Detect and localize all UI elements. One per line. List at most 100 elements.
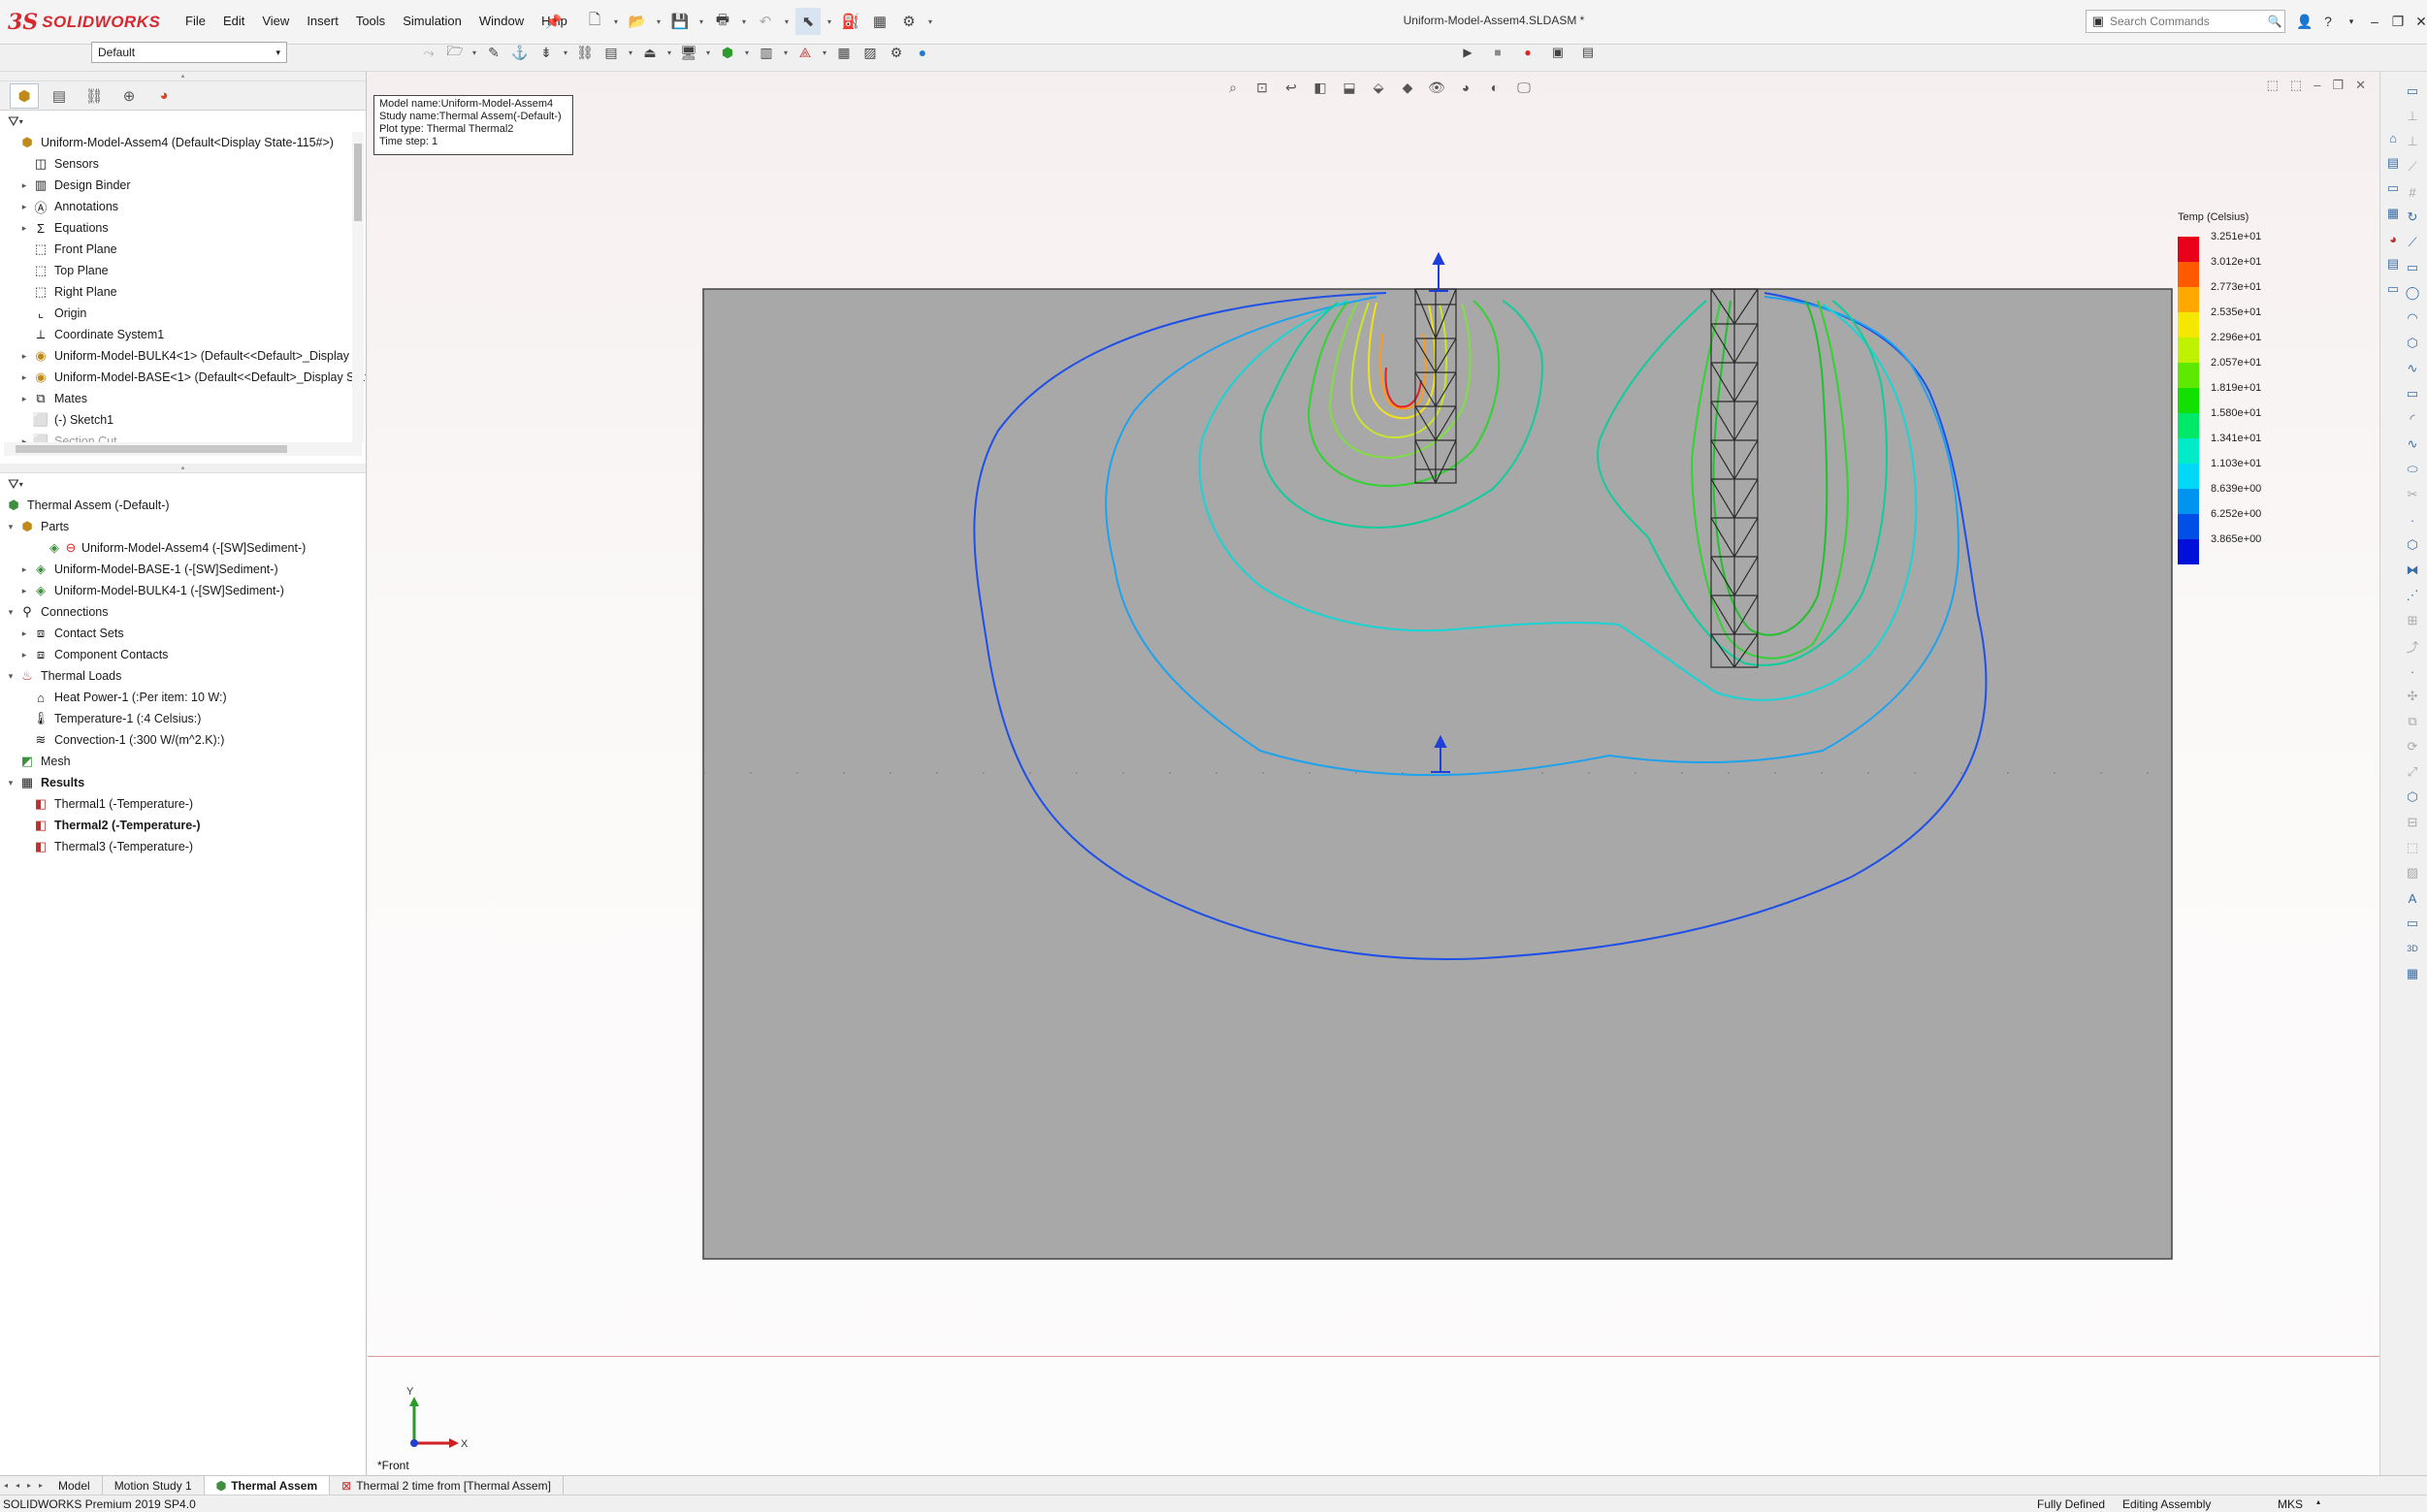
expand-icon[interactable]: ▸ [17,564,31,575]
grid-icon[interactable]: # [2402,182,2423,202]
expand-icon[interactable]: ▸ [17,223,31,234]
design-library-icon[interactable]: ▤ [2382,153,2404,173]
tree-item-parts[interactable]: ▾ ⬢ Parts [4,516,366,537]
tab-thermal2-time[interactable]: ⊠ Thermal 2 time from [Thermal Assem] [330,1475,564,1496]
chevron-down-icon[interactable]: ▾ [664,39,674,66]
construction-line-icon[interactable]: ⋰ [2402,586,2423,605]
search-commands-box[interactable]: ▣ 🔍 [2086,10,2285,33]
tab-thermal-assem[interactable]: ⬢ Thermal Assem [204,1475,331,1496]
solidworks-forum-icon[interactable]: ▭ [2382,279,2404,299]
first-tab-icon[interactable]: ◂ [0,1481,12,1490]
last-tab-icon[interactable]: ▸ [35,1481,47,1490]
chevron-down-icon[interactable]: ▾ [611,8,621,35]
circle-icon[interactable]: ◯ [2402,283,2423,303]
record-icon[interactable]: ● [1515,39,1540,66]
search-input[interactable] [2110,15,2265,28]
smart-dimension-icon[interactable]: ⊥ [2402,107,2423,126]
simulation-globe-icon[interactable]: ● [911,39,934,66]
chevron-down-icon[interactable]: ▾ [782,8,792,35]
sketch-icon[interactable]: ▭ [2402,81,2423,101]
tree-item-base-part[interactable]: ▸ ◉ Uniform-Model-BASE<1> (Default<<Defaul… [4,367,366,388]
filter-icon[interactable]: ⛛ [8,476,19,493]
centerline-icon[interactable]: ⟋ [2402,157,2423,177]
open-document-icon[interactable]: 📂 [625,8,650,35]
report-icon[interactable]: ▨ [858,39,882,66]
graphics-area[interactable]: ⌕ ⊡ ↩ ◧ ⬓ ⬙ ◆ 👁 ◕ ◐ 🖵 ⬚ ⬚ – ❐ ✕ Model na… [368,72,2379,1485]
menu-view[interactable]: View [253,12,298,30]
mirror-icon[interactable]: ⧓ [2402,561,2423,580]
chevron-down-icon[interactable]: ▾ [696,8,706,35]
mesh-icon[interactable]: ▤ [599,39,623,66]
minimize-icon[interactable]: – [2364,10,2385,33]
menu-simulation[interactable]: Simulation [394,12,470,30]
apply-material-icon[interactable]: ✎ [482,39,505,66]
tree-item-mates[interactable]: ▸ ⧉ Mates [4,388,366,409]
tree-item-results[interactable]: ▾ ▦ Results [4,772,366,793]
solidworks-resources-icon[interactable]: ⌂ [2382,128,2404,147]
tree-item-heat-power[interactable]: ⌂ Heat Power-1 (:Per item: 10 W:) [4,687,366,708]
tree-item-section-cut[interactable]: ▸ ⬜ Section Cut [4,431,366,442]
tree-item-annotations[interactable]: ▸ Ⓐ Annotations [4,196,366,217]
line-icon[interactable]: ⊥ [2402,132,2423,151]
chevron-down-icon[interactable]: ▾ [820,39,829,66]
move-entities-icon[interactable]: ✣ [2402,687,2423,706]
collapse-icon[interactable]: ▾ [4,671,17,682]
slot-icon[interactable]: ▭ [2402,384,2423,403]
solidworks-logo[interactable]: 3S SOLIDWORKS [8,6,160,39]
tree-item-part-bulk[interactable]: ▸ ◈ Uniform-Model-BULK4-1 (-[SW]Sediment-) [4,580,366,601]
expand-icon[interactable]: ▸ [17,628,31,639]
list-results-icon[interactable]: ▦ [832,39,856,66]
tree-item-convection[interactable]: ≋ Convection-1 (:300 W/(m^2.K):) [4,729,366,751]
chevron-down-icon[interactable]: ▾ [2341,10,2362,33]
simulation-options-icon[interactable]: ⚙ [885,39,908,66]
restore-icon[interactable]: ❐ [2387,10,2409,33]
file-properties-icon[interactable]: ▦ [867,8,892,35]
rotate-entities-icon[interactable]: ⟳ [2402,737,2423,756]
tree-item-component-contacts[interactable]: ▸ ⧈ Component Contacts [4,644,366,665]
print-icon[interactable]: 🖶 [710,8,735,35]
sketch-grid-icon[interactable]: ⊟ [2402,813,2423,832]
user-icon[interactable]: 👤 [2294,10,2315,33]
animation-settings-icon[interactable]: ▤ [1575,39,1601,66]
copy-entities-icon[interactable]: ⧉ [2402,712,2423,731]
tree-item-bulk-part[interactable]: ▸ ◉ Uniform-Model-BULK4<1> (Default<<Defau… [4,345,366,367]
tab-motion-study[interactable]: Motion Study 1 [103,1475,205,1496]
panel-splitter[interactable]: ▴ [0,72,366,81]
layout-icon[interactable]: ▦ [2402,964,2423,983]
close-icon[interactable]: ✕ [2411,10,2427,33]
filter-icon[interactable]: ⛛ [8,113,19,130]
chevron-down-icon[interactable]: ▾ [626,39,635,66]
tree-item-coordinate-system[interactable]: ⟂ Coordinate System1 [4,324,366,345]
tree-item-front-plane[interactable]: ⬚ Front Plane [4,239,366,260]
chevron-down-icon[interactable]: ▾ [561,39,570,66]
simulation-tree-filter[interactable]: ⛛ ▾ [0,473,366,495]
tree-item-mesh[interactable]: ◩ Mesh [4,751,366,772]
menu-edit[interactable]: Edit [214,12,253,30]
display-manager-tab-icon[interactable]: ◕ [149,83,178,109]
results-advisor-icon[interactable]: 🖥 [677,39,700,66]
tree-item-part-assem[interactable]: ◈ ⊖ Uniform-Model-Assem4 (-[SW]Sediment-) [4,537,366,559]
feature-tree-scrollbar[interactable] [352,132,364,442]
convert-entities-icon[interactable]: ⤴ [2402,636,2423,656]
tree-item-assembly-root[interactable]: ⬢ Uniform-Model-Assem4 (Default<Display S… [4,132,366,153]
chevron-down-icon[interactable]: ▾ [469,39,479,66]
plot-tools-icon[interactable]: ⟁ [793,39,817,66]
trim-icon[interactable]: ✂ [2402,485,2423,504]
line-tool-icon[interactable]: ⟋ [2402,233,2423,252]
polygon-icon[interactable]: ⬡ [2402,334,2423,353]
save-animation-icon[interactable]: ▣ [1545,39,1570,66]
feature-manager-tab-icon[interactable]: ⬢ [10,82,39,109]
sketch-3d-icon[interactable]: ▭ [2402,914,2423,933]
run-icon[interactable]: ⏏ [638,39,662,66]
hscroll-thumb[interactable] [16,445,287,453]
tree-item-study-root[interactable]: ⬢ Thermal Assem (-Default-) [4,495,366,516]
menu-insert[interactable]: Insert [298,12,347,30]
menu-window[interactable]: Window [470,12,533,30]
small-point-icon[interactable]: · [2402,661,2423,681]
chevron-down-icon[interactable]: ▾ [703,39,713,66]
scroll-thumb[interactable] [354,144,362,221]
compare-results-icon[interactable]: ▥ [755,39,778,66]
next-tab-icon[interactable]: ▸ [23,1481,35,1490]
configuration-manager-tab-icon[interactable]: ⛓ [80,83,109,109]
three-d-icon[interactable]: 3D [2402,939,2423,958]
